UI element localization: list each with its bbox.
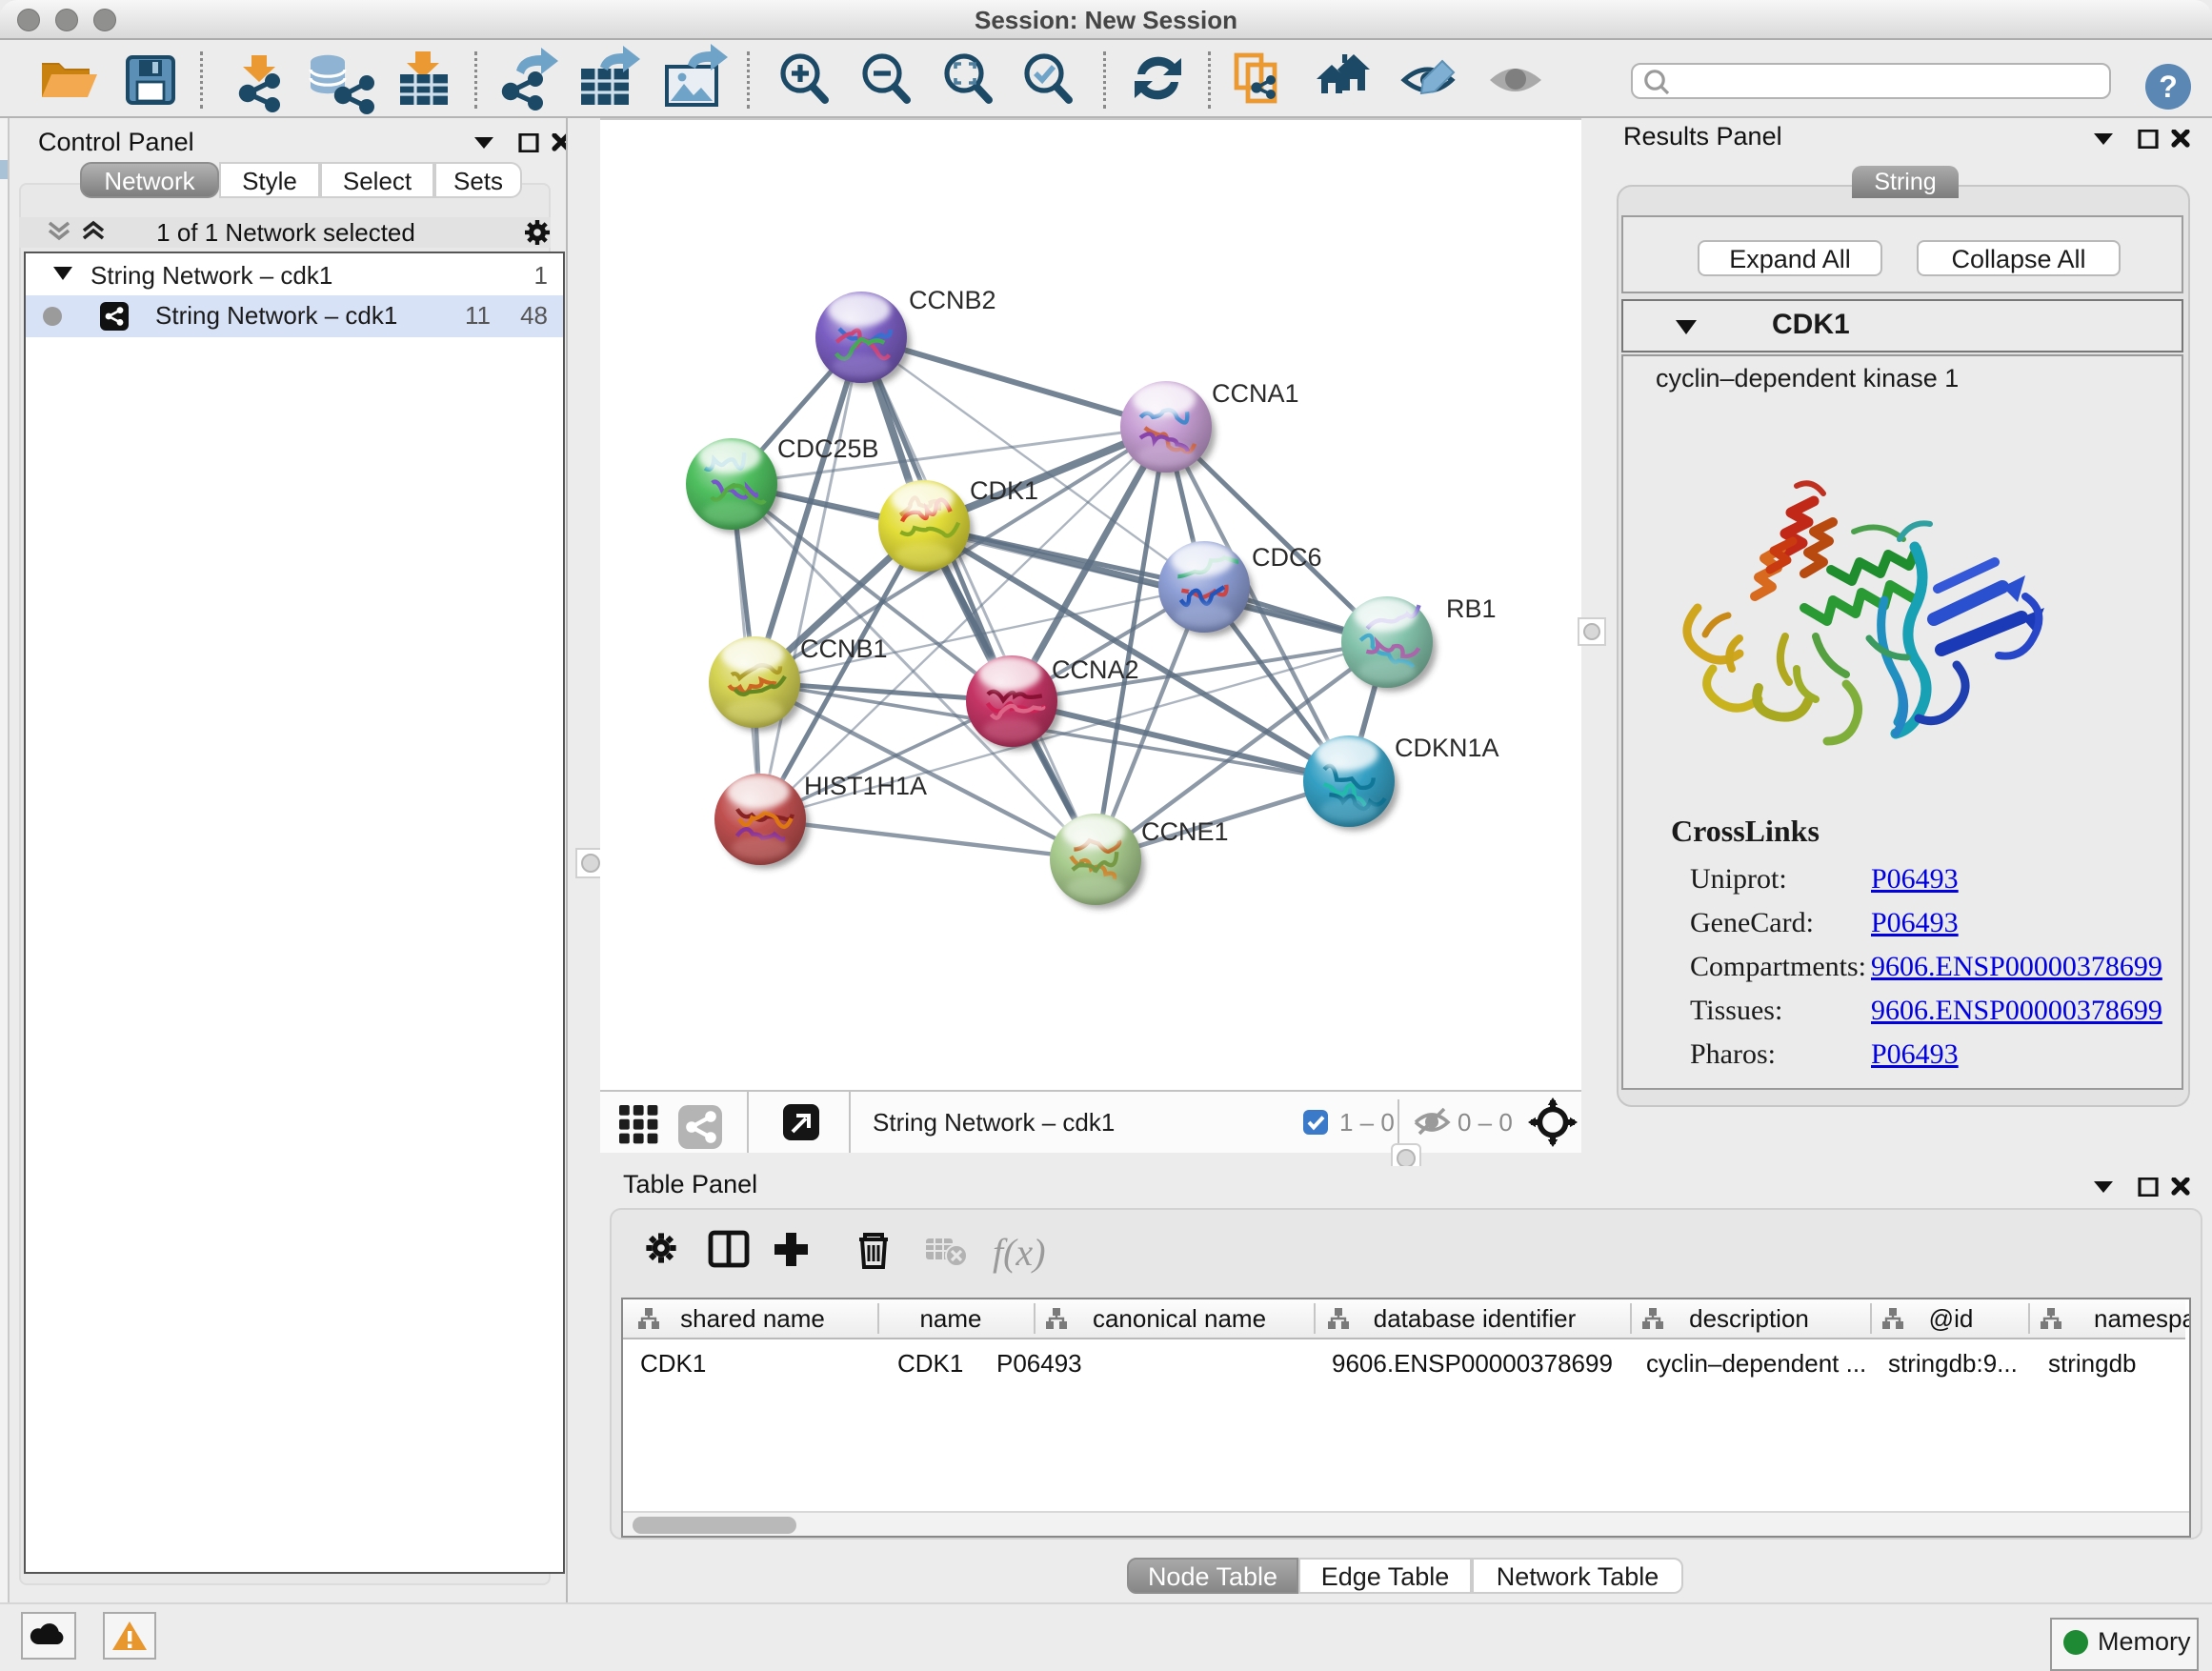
svg-text:0 – 0: 0 – 0: [1458, 1108, 1513, 1137]
svg-text:@id: @id: [1929, 1304, 1974, 1333]
svg-text:CCNB2: CCNB2: [909, 286, 996, 314]
svg-text:CCNA1: CCNA1: [1212, 379, 1299, 408]
svg-text:CCNE1: CCNE1: [1141, 817, 1229, 846]
svg-text:f(x): f(x): [993, 1231, 1046, 1274]
svg-text:namespace: namespace: [2094, 1304, 2189, 1333]
svg-text:canonical name: canonical name: [1093, 1304, 1266, 1333]
svg-text:String Network – cdk1: String Network – cdk1: [873, 1108, 1115, 1137]
svg-text:1 of 1 Network selected: 1 of 1 Network selected: [156, 218, 415, 247]
svg-text:CDC25B: CDC25B: [777, 434, 879, 463]
svg-text:1 – 0: 1 – 0: [1339, 1108, 1395, 1137]
svg-text:RB1: RB1: [1446, 594, 1497, 623]
svg-text:CDKN1A: CDKN1A: [1395, 734, 1499, 762]
svg-text:HIST1H1A: HIST1H1A: [804, 772, 927, 800]
svg-text:CCNA2: CCNA2: [1052, 655, 1139, 684]
svg-text:shared name: shared name: [680, 1304, 825, 1333]
svg-text:description: description: [1689, 1304, 1809, 1333]
svg-text:CDK1: CDK1: [970, 476, 1038, 505]
svg-text:name: name: [919, 1304, 981, 1333]
svg-text:CCNB1: CCNB1: [800, 634, 888, 663]
svg-text:CDC6: CDC6: [1252, 543, 1322, 572]
svg-text:database identifier: database identifier: [1374, 1304, 1577, 1333]
